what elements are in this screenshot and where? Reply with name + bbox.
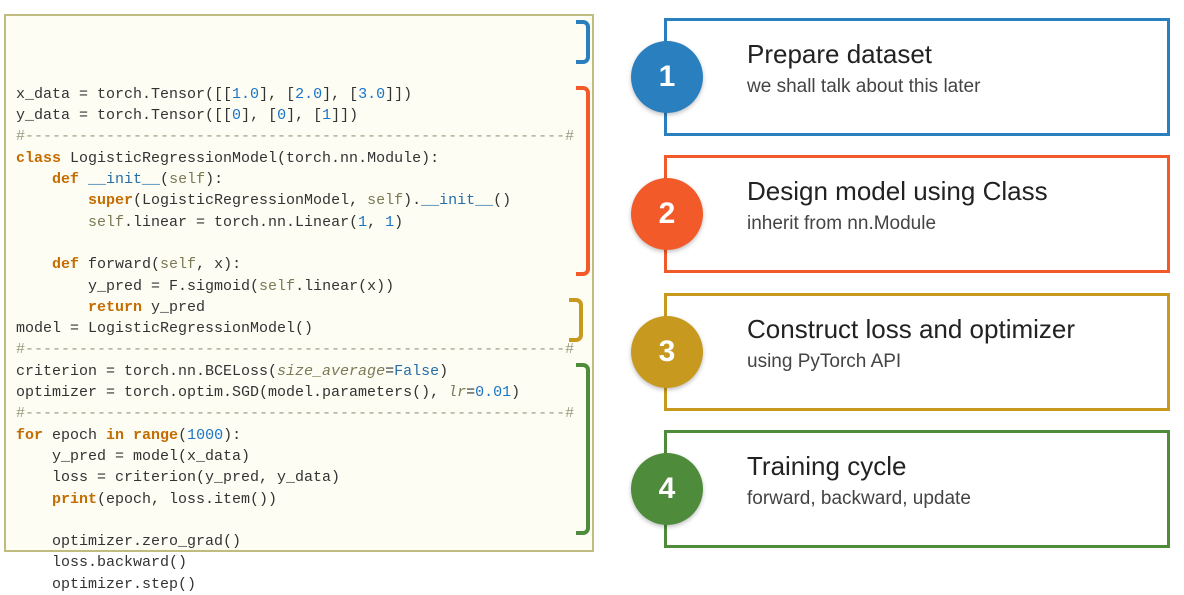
code-separator: #---------------------------------------… xyxy=(16,126,584,147)
code-line: optimizer.step() xyxy=(16,574,584,595)
code-line: optimizer.zero_grad() xyxy=(16,531,584,552)
code-line xyxy=(16,233,584,254)
code-line: for epoch in range(1000): xyxy=(16,425,584,446)
code-line: print(epoch, loss.item()) xyxy=(16,489,584,510)
code-line: loss.backward() xyxy=(16,552,584,573)
step-title: Construct loss and optimizer xyxy=(747,314,1151,345)
code-line xyxy=(16,510,584,531)
step-training-cycle: 4 Training cycle forward, backward, upda… xyxy=(664,430,1170,548)
layout: x_data = torch.Tensor([[1.0], [2.0], [3.… xyxy=(0,0,1184,566)
step-design-model: 2 Design model using Class inherit from … xyxy=(664,155,1170,273)
step-badge: 4 xyxy=(631,453,703,525)
step-prepare-dataset: 1 Prepare dataset we shall talk about th… xyxy=(664,18,1170,136)
step-number: 1 xyxy=(659,60,676,94)
code-bracket xyxy=(576,20,590,64)
code-line: super(LogisticRegressionModel, self).__i… xyxy=(16,190,584,211)
code-separator: #---------------------------------------… xyxy=(16,403,584,424)
step-subtitle: we shall talk about this later xyxy=(747,76,1151,98)
code-line: x_data = torch.Tensor([[1.0], [2.0], [3.… xyxy=(16,84,584,105)
code-line: def __init__(self): xyxy=(16,169,584,190)
step-number: 2 xyxy=(659,197,676,231)
code-line: y_data = torch.Tensor([[0], [0], [1]]) xyxy=(16,105,584,126)
step-badge: 1 xyxy=(631,41,703,113)
step-number: 3 xyxy=(659,335,676,369)
code-line: def forward(self, x): xyxy=(16,254,584,275)
step-subtitle: forward, backward, update xyxy=(747,488,1151,510)
code-panel: x_data = torch.Tensor([[1.0], [2.0], [3.… xyxy=(4,14,594,552)
code-line: loss = criterion(y_pred, y_data) xyxy=(16,467,584,488)
code-line: self.linear = torch.nn.Linear(1, 1) xyxy=(16,212,584,233)
steps-column: 1 Prepare dataset we shall talk about th… xyxy=(594,14,1172,552)
step-title: Training cycle xyxy=(747,451,1151,482)
code-line: model = LogisticRegressionModel() xyxy=(16,318,584,339)
code-line: criterion = torch.nn.BCELoss(size_averag… xyxy=(16,361,584,382)
code-line: y_pred = model(x_data) xyxy=(16,446,584,467)
step-title: Design model using Class xyxy=(747,176,1151,207)
step-badge: 3 xyxy=(631,316,703,388)
step-subtitle: using PyTorch API xyxy=(747,351,1151,373)
code-line: class LogisticRegressionModel(torch.nn.M… xyxy=(16,148,584,169)
step-badge: 2 xyxy=(631,178,703,250)
code-line: optimizer = torch.optim.SGD(model.parame… xyxy=(16,382,584,403)
code-line: y_pred = F.sigmoid(self.linear(x)) xyxy=(16,276,584,297)
code-separator: #---------------------------------------… xyxy=(16,339,584,360)
code-line: return y_pred xyxy=(16,297,584,318)
step-number: 4 xyxy=(659,472,676,506)
step-title: Prepare dataset xyxy=(747,39,1151,70)
step-subtitle: inherit from nn.Module xyxy=(747,213,1151,235)
step-loss-optimizer: 3 Construct loss and optimizer using PyT… xyxy=(664,293,1170,411)
